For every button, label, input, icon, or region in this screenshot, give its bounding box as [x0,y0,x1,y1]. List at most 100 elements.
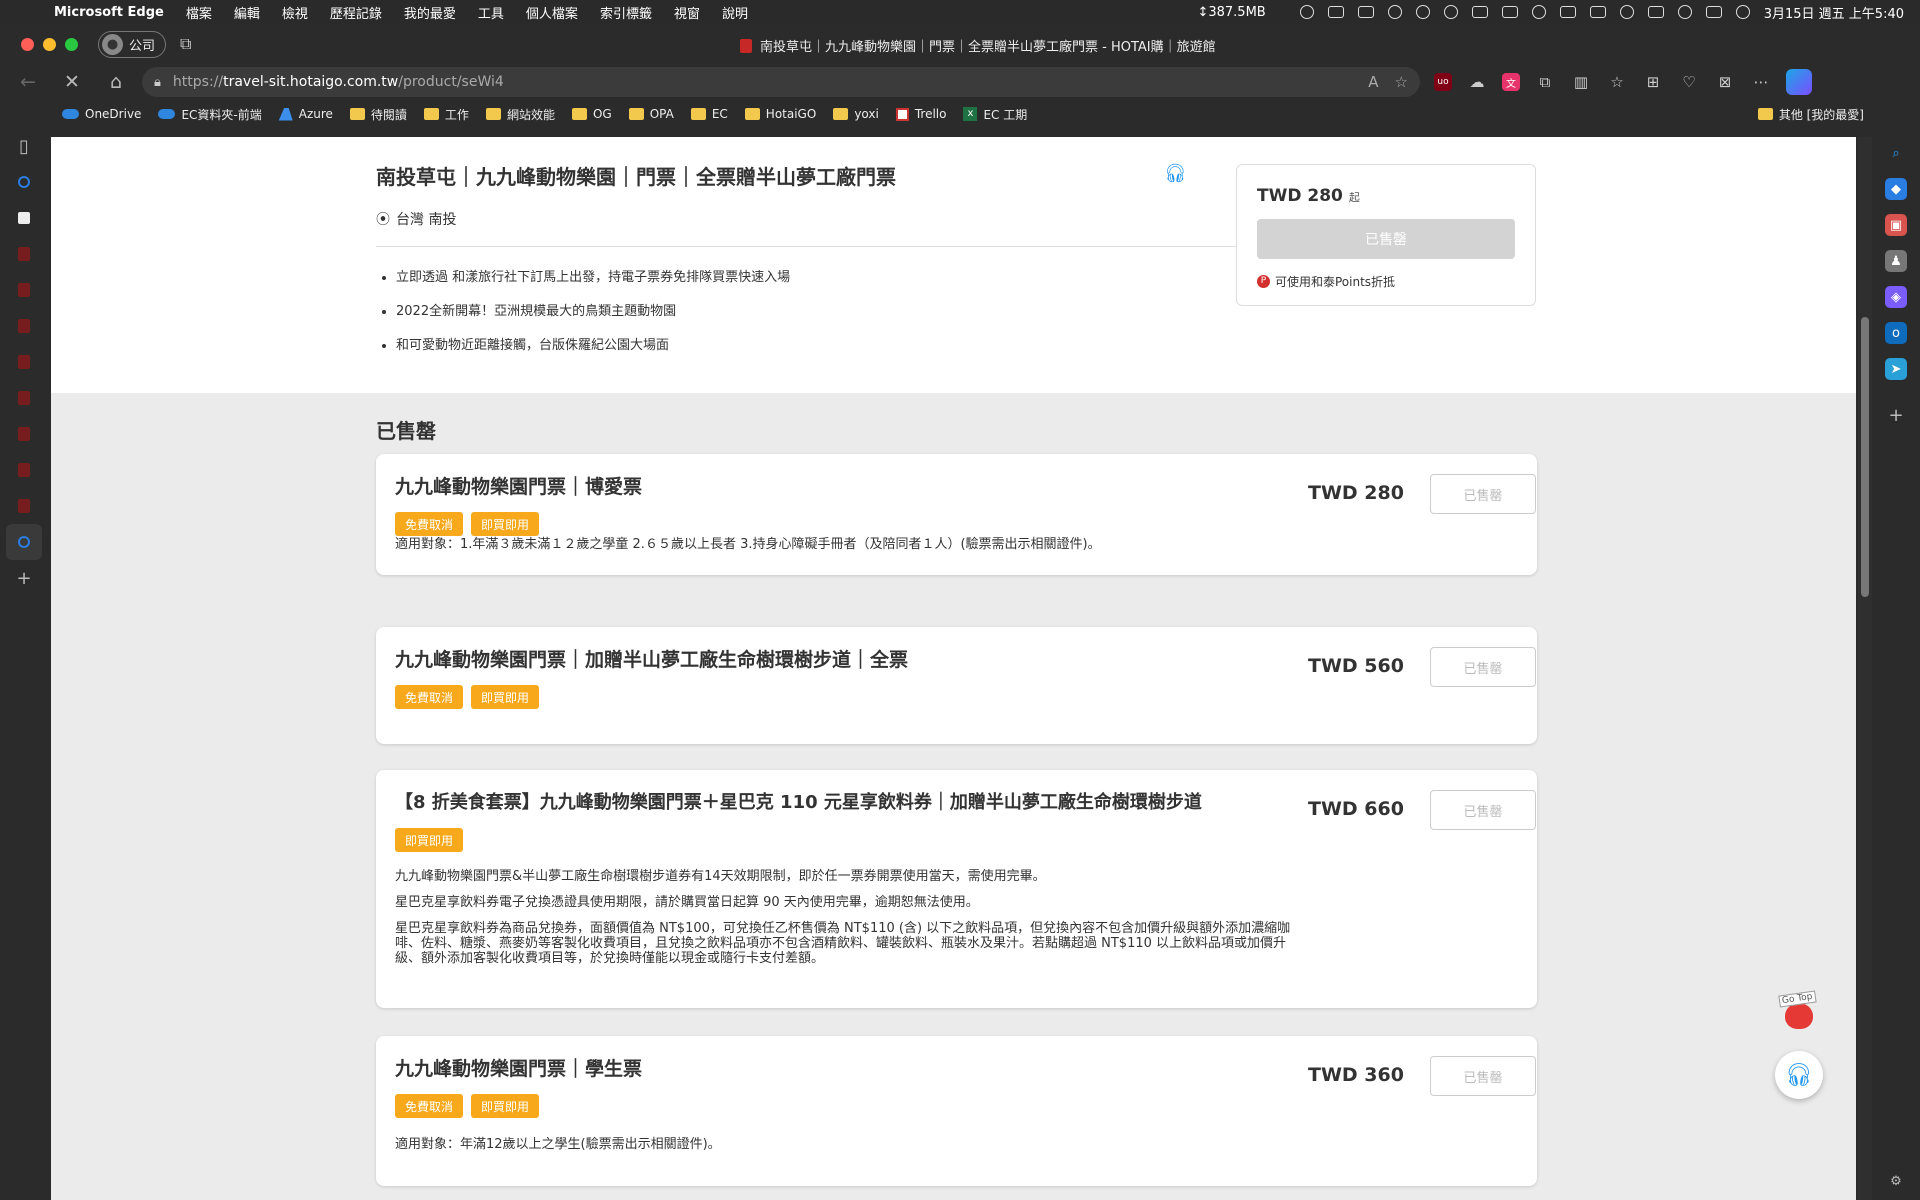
siri-icon[interactable] [1735,5,1750,19]
vertical-tab[interactable] [0,200,48,236]
address-bar[interactable]: 🔒︎ https://travel-sit.hotaigo.com.tw/pro… [142,67,1420,97]
favorites-icon[interactable]: ☆ [1606,71,1628,93]
menu-edit[interactable]: 編輯 [223,3,271,22]
vertical-tab[interactable] [0,308,48,344]
vertical-tab[interactable] [0,488,48,524]
sold-out-button[interactable]: 已售罄 [1430,474,1536,514]
vertical-tab[interactable] [0,452,48,488]
bookmark-ec-folder[interactable]: EC資料夾-前端 [158,106,262,123]
copilot-icon[interactable] [1786,69,1812,95]
sidebar-drop-icon[interactable]: ➤ [1885,358,1907,380]
vertical-tab[interactable] [0,272,48,308]
focus-icon[interactable] [1299,5,1314,19]
read-aloud-icon[interactable]: A [1368,73,1378,91]
zoom-window-button[interactable] [65,37,78,51]
control-center-icon[interactable] [1705,6,1722,18]
bookmark-opa[interactable]: OPA [628,107,674,121]
package-price: TWD 560 [1308,655,1404,677]
sidebar-search-icon[interactable]: ⌕ [1885,142,1907,164]
bookmark-other-favorites[interactable]: 其他 [我的最愛] [1757,106,1864,123]
bookmark-ec[interactable]: EC [690,107,728,121]
screenshot-tool-icon[interactable]: ⊠ [1714,71,1736,93]
bluetooth-icon[interactable] [1647,6,1664,18]
ublock-extension-icon[interactable]: uo [1434,73,1452,91]
battery-icon[interactable] [1559,6,1576,18]
scrollbar-thumb[interactable] [1861,317,1869,597]
drive-icon[interactable] [1387,5,1402,19]
menu-tabs[interactable]: 索引標籤 [589,3,663,22]
keyboard-icon[interactable] [1471,6,1488,18]
close-window-button[interactable] [21,37,34,51]
bookmark-work[interactable]: 工作 [423,106,469,123]
new-tab-plus-icon[interactable]: + [0,560,48,596]
menu-window[interactable]: 視窗 [663,3,711,22]
tab-actions-icon[interactable]: ▯ [0,128,48,164]
page-scrollbar[interactable] [1858,137,1872,1200]
sidebar-settings-gear-icon[interactable]: ⚙ [1885,1170,1907,1192]
floating-customer-service-button[interactable]: 🎧︎ [1775,1051,1823,1099]
play-icon[interactable] [1415,5,1430,19]
minimize-window-button[interactable] [43,37,56,51]
more-menu-icon[interactable]: ⋯ [1750,71,1772,93]
vertical-tab[interactable] [0,236,48,272]
home-icon[interactable]: ⌂ [94,71,138,93]
search-icon[interactable] [1619,5,1634,19]
memory-indicator[interactable]: ↕387.5MB [1197,5,1265,20]
customer-service-headset-icon[interactable]: 🎧︎ [1164,163,1187,184]
browser-essentials-icon[interactable]: ♡ [1678,71,1700,93]
menu-view[interactable]: 檢視 [271,3,319,22]
bookmark-og[interactable]: OG [571,107,612,121]
sidebar-add-icon[interactable]: + [1885,404,1907,426]
menu-file[interactable]: 檔案 [175,3,223,22]
sidebar-games-icon[interactable]: ♟ [1885,250,1907,272]
collections-icon[interactable]: ⊞ [1642,71,1664,93]
vertical-tab-active[interactable] [6,524,42,560]
clock[interactable]: 3月15日 週五 上午5:40 [1764,3,1904,22]
sidebar-outlook-icon[interactable]: o [1885,322,1907,344]
lock-icon[interactable]: 🔒︎ [154,75,161,90]
split-screen-icon[interactable]: ▥ [1570,71,1592,93]
menu-profiles[interactable]: 個人檔案 [515,3,589,22]
bookmark-azure[interactable]: Azure [278,107,333,121]
sold-out-button[interactable]: 已售罄 [1430,1056,1536,1096]
active-tab-title[interactable]: 南投草屯｜九九峰動物樂園｜門票｜全票贈半山夢工廠門票 - HOTAI購｜旅遊館 [740,36,1216,55]
extensions-puzzle-icon[interactable]: ⧉ [1534,71,1556,93]
sidebar-m365-icon[interactable]: ◈ [1885,286,1907,308]
bookmark-hotaigo[interactable]: HotaiGO [744,107,816,121]
menu-app-name[interactable]: Microsoft Edge [40,5,175,20]
sidebar-shopping-icon[interactable]: ◆ [1885,178,1907,200]
menu-history[interactable]: 歷程記錄 [319,3,393,22]
profile-button[interactable]: ● 公司 [98,30,167,58]
sidebar-tools-icon[interactable]: ▣ [1885,214,1907,236]
bookmark-to-read[interactable]: 待閱讀 [349,106,407,123]
workspaces-icon[interactable]: ⧉ [180,34,191,54]
wifi-icon[interactable] [1677,5,1692,19]
vertical-tab[interactable] [0,380,48,416]
add-favorite-star-icon[interactable]: ☆ [1395,73,1408,91]
sold-out-button[interactable]: 已售罄 [1257,219,1515,259]
bookmark-onedrive[interactable]: OneDrive [62,107,141,121]
yahoo-icon[interactable] [1501,6,1518,18]
line-icon[interactable] [1443,5,1458,19]
screenshot-icon[interactable] [1327,6,1344,18]
bookmark-ec-schedule[interactable]: x EC 工期 [963,106,1027,123]
back-arrow-icon[interactable]: ← [6,71,50,93]
display-icon[interactable] [1357,6,1374,18]
mute-icon[interactable] [1589,6,1606,18]
bookmark-performance[interactable]: 網站效能 [485,106,555,123]
cloud-extension-icon[interactable]: ☁ [1466,71,1488,93]
menu-tools[interactable]: 工具 [467,3,515,22]
vertical-tab[interactable] [0,344,48,380]
sold-out-button[interactable]: 已售罄 [1430,647,1536,687]
menu-favorites[interactable]: 我的最愛 [393,3,467,22]
vertical-tab[interactable] [0,164,48,200]
sold-out-button[interactable]: 已售罄 [1430,790,1536,830]
menu-help[interactable]: 說明 [711,3,759,22]
bookmark-trello[interactable]: Trello [895,107,946,121]
bookmark-yoxi[interactable]: yoxi [833,107,879,121]
translate-extension-icon[interactable]: 文 [1502,73,1520,91]
vertical-tab[interactable] [0,416,48,452]
stop-loading-icon[interactable]: ✕ [50,71,94,93]
go-top-button[interactable]: Go Top [1778,990,1819,1033]
moon-icon[interactable] [1531,5,1546,19]
